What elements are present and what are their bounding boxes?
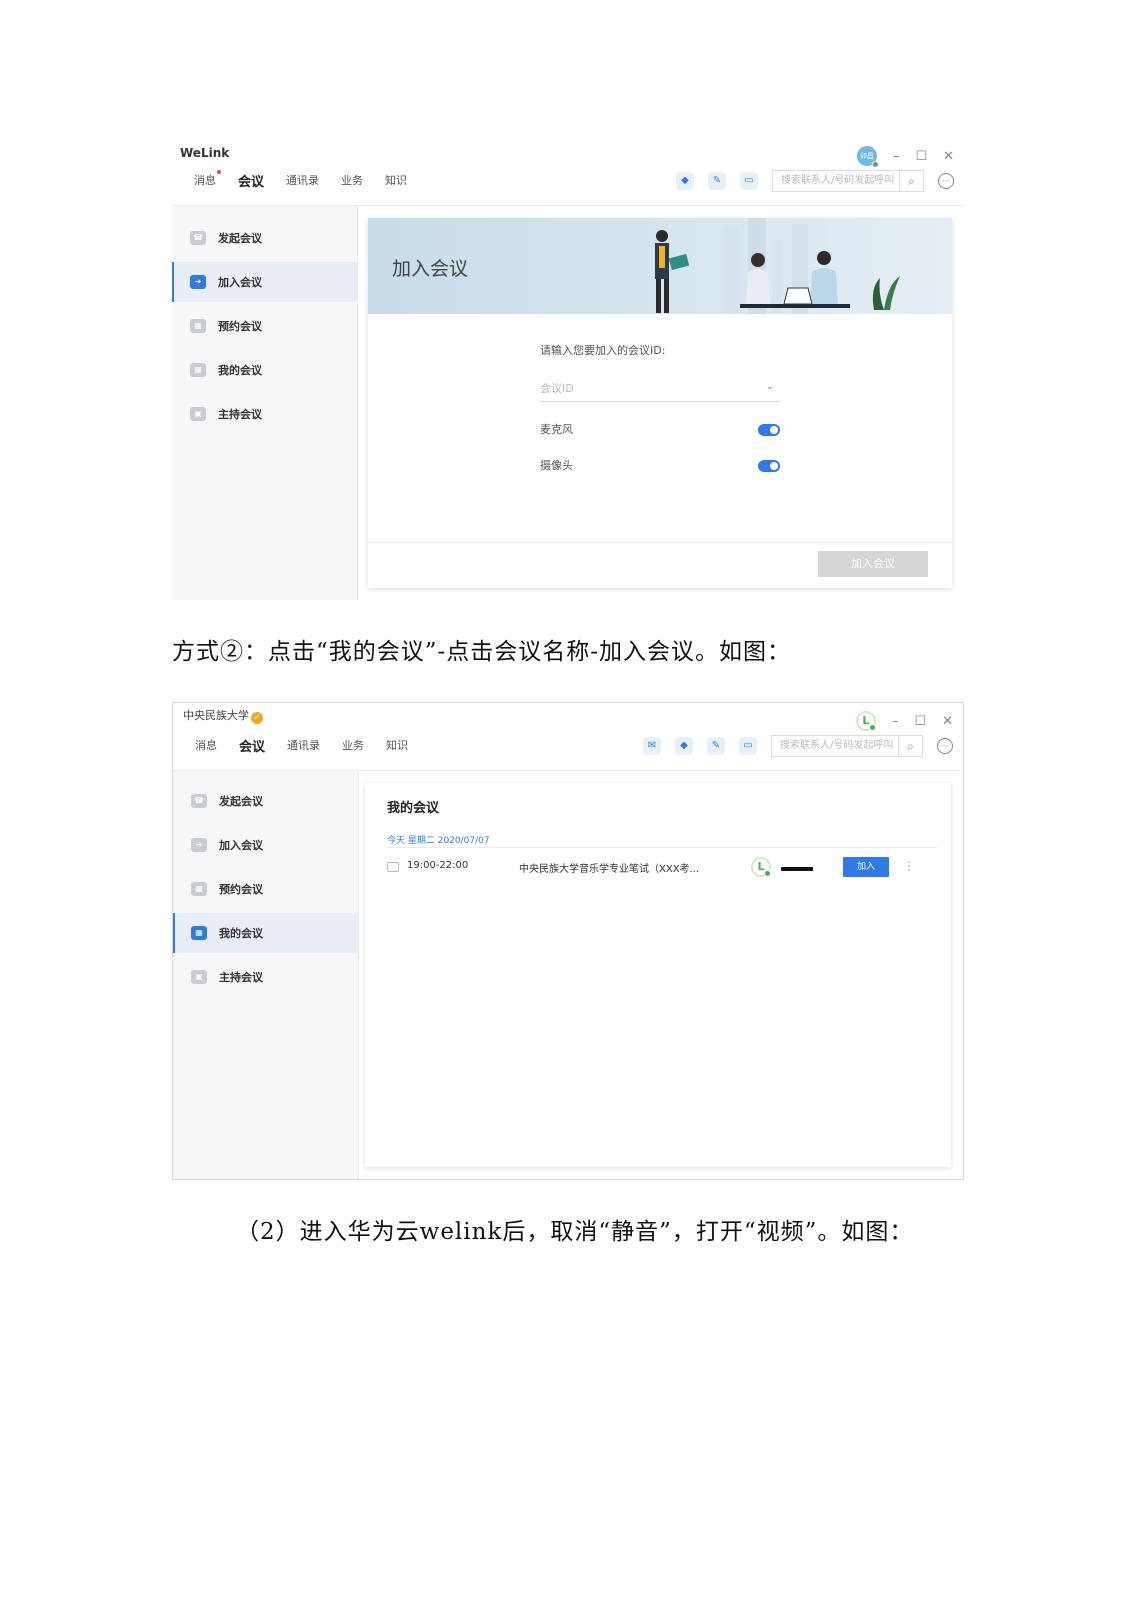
nav-meetings[interactable]: 会议 <box>238 171 264 190</box>
title-bar: WeLink 消息 会议 通讯录 业务 知识 卯昌 – ☐ ✕ ◆ ✎ ▭ 搜索… <box>172 138 964 206</box>
online-status-icon <box>871 161 879 168</box>
toolbar: ✉ ◆ ✎ ▭ 搜索联系人/号码发起呼叫 ⌕ ··· <box>643 735 953 757</box>
verified-icon: ✓ <box>251 712 263 724</box>
cube-icon[interactable]: ◆ <box>675 737 693 755</box>
join-button[interactable]: 加入 <box>843 857 889 877</box>
nav-contacts[interactable]: 通讯录 <box>287 737 320 755</box>
nav-knowledge[interactable]: 知识 <box>385 172 407 190</box>
nav-messages[interactable]: 消息 <box>195 737 217 755</box>
title-bar: 中央民族大学 ✓ 消息 会议 通讯录 业务 知识 L – ☐ ✕ ✉ ◆ ✎ ▭ … <box>173 703 963 771</box>
top-nav: 消息 会议 通讯录 业务 知识 <box>195 737 430 755</box>
app-name: WeLink <box>180 146 230 160</box>
more-options-icon[interactable]: ⋮ <box>903 859 915 873</box>
calendar-icon: ▦ <box>191 882 207 896</box>
my-meetings-panel: 我的会议 今天 星期二 2020/07/07 19:00-22:00 中央民族大… <box>365 783 951 1167</box>
redacted-name <box>781 867 813 871</box>
chat-icon[interactable]: ··· <box>937 738 953 754</box>
unread-dot <box>217 170 221 174</box>
sidebar: ☎ 发起会议 ➔ 加入会议 ▦ 预约会议 ▦ 我的会议 ▣ 主持会议 <box>172 206 358 600</box>
divider <box>387 847 937 848</box>
online-status-icon <box>868 724 876 731</box>
search-input[interactable]: 搜索联系人/号码发起呼叫 ⌕ <box>772 170 924 192</box>
mic-toggle[interactable] <box>758 424 780 436</box>
sidebar-item-my-meetings[interactable]: ▦ 我的会议 <box>172 350 357 390</box>
date-header: 今天 星期二 2020/07/07 <box>387 836 490 846</box>
screen-icon[interactable]: ▭ <box>739 737 757 755</box>
search-icon[interactable]: ⌕ <box>899 171 923 191</box>
minimize-icon[interactable]: – <box>893 149 900 164</box>
host-icon: ▣ <box>190 407 206 421</box>
meeting-id-prompt: 请输入您要加入的会议ID: <box>540 344 666 357</box>
sidebar-item-host-meeting[interactable]: ▣ 主持会议 <box>173 957 358 997</box>
online-status-icon <box>764 870 771 877</box>
mail-icon[interactable]: ✉ <box>643 737 661 755</box>
meeting-time: 19:00-22:00 <box>407 860 469 871</box>
welink-my-meetings-screenshot: 中央民族大学 ✓ 消息 会议 通讯录 业务 知识 L – ☐ ✕ ✉ ◆ ✎ ▭ … <box>172 702 964 1180</box>
join-form: 请输入您要加入的会议ID: 会议ID ⌄ 麦克风 摄像头 <box>540 342 780 492</box>
chevron-down-icon[interactable]: ⌄ <box>766 381 774 392</box>
sidebar-item-schedule-meeting[interactable]: ▦ 预约会议 <box>172 306 357 346</box>
camera-row: 摄像头 <box>540 456 780 492</box>
join-meeting-button[interactable]: 加入会议 <box>818 551 928 577</box>
host-avatar: L <box>751 857 771 877</box>
top-nav: 消息 会议 通讯录 业务 知识 <box>194 170 429 190</box>
meeting-name[interactable]: 中央民族大学音乐学专业笔试（XXX考... <box>519 860 729 875</box>
pen-icon[interactable]: ✎ <box>708 172 726 190</box>
caption-step-2: （2）进入华为云welink后，取消“静音”，打开“视频”。如图： <box>236 1219 914 1245</box>
mic-row: 麦克风 <box>540 420 780 456</box>
enter-icon: ➔ <box>191 838 207 852</box>
close-icon[interactable]: ✕ <box>942 714 953 729</box>
close-icon[interactable]: ✕ <box>943 149 954 164</box>
join-meeting-panel: 加入会议 请输入您要加入的会议ID: 会议ID ⌄ 麦克风 摄像头 加入会议 <box>368 218 952 588</box>
sidebar-item-my-meetings[interactable]: ▦ 我的会议 <box>173 913 358 953</box>
nav-knowledge[interactable]: 知识 <box>386 737 408 755</box>
search-input[interactable]: 搜索联系人/号码发起呼叫 ⌕ <box>771 735 923 757</box>
nav-meetings[interactable]: 会议 <box>239 736 265 755</box>
calendar-icon: ▦ <box>190 319 206 333</box>
meeting-illustration-icon <box>655 218 900 314</box>
avatar[interactable]: L <box>855 711 876 731</box>
pen-icon[interactable]: ✎ <box>707 737 725 755</box>
org-name: 中央民族大学 ✓ <box>183 707 263 724</box>
search-icon[interactable]: ⌕ <box>898 736 922 756</box>
panel-footer: 加入会议 <box>368 542 952 588</box>
sidebar-item-join-meeting[interactable]: ➔ 加入会议 <box>173 825 358 865</box>
avatar[interactable]: 卯昌 <box>856 146 879 168</box>
panel-title: 我的会议 <box>387 801 440 816</box>
maximize-icon[interactable]: ☐ <box>914 714 926 729</box>
screen-icon[interactable]: ▭ <box>740 172 758 190</box>
sidebar-item-host-meeting[interactable]: ▣ 主持会议 <box>172 394 357 434</box>
host-icon: ▣ <box>191 970 207 984</box>
phone-icon: ☎ <box>190 231 206 245</box>
sidebar-item-schedule-meeting[interactable]: ▦ 预约会议 <box>173 869 358 909</box>
nav-business[interactable]: 业务 <box>342 737 364 755</box>
welink-join-meeting-screenshot: WeLink 消息 会议 通讯录 业务 知识 卯昌 – ☐ ✕ ◆ ✎ ▭ 搜索… <box>172 138 964 600</box>
phone-icon: ☎ <box>191 794 207 808</box>
camera-toggle[interactable] <box>758 460 780 472</box>
window-controls: L – ☐ ✕ <box>855 711 953 731</box>
meeting-id-input[interactable]: 会议ID ⌄ <box>540 380 780 402</box>
nav-contacts[interactable]: 通讯录 <box>286 172 319 190</box>
window-controls: 卯昌 – ☐ ✕ <box>856 146 954 168</box>
sidebar-item-start-meeting[interactable]: ☎ 发起会议 <box>173 781 358 821</box>
sidebar-item-join-meeting[interactable]: ➔ 加入会议 <box>172 262 357 302</box>
nav-business[interactable]: 业务 <box>341 172 363 190</box>
minimize-icon[interactable]: – <box>892 714 899 729</box>
banner: 加入会议 <box>368 218 952 314</box>
meeting-row[interactable]: 19:00-22:00 中央民族大学音乐学专业笔试（XXX考... L 加入 ⋮ <box>387 857 937 881</box>
enter-icon: ➔ <box>190 275 206 289</box>
toolbar: ◆ ✎ ▭ 搜索联系人/号码发起呼叫 ⌕ ··· <box>676 170 954 192</box>
calendar-icon: ▦ <box>191 926 207 940</box>
calendar-icon: ▦ <box>190 363 206 377</box>
chat-icon[interactable]: ··· <box>938 173 954 189</box>
maximize-icon[interactable]: ☐ <box>915 149 927 164</box>
sidebar: ☎ 发起会议 ➔ 加入会议 ▦ 预约会议 ▦ 我的会议 ▣ 主持会议 <box>173 771 359 1179</box>
cube-icon[interactable]: ◆ <box>676 172 694 190</box>
sidebar-item-start-meeting[interactable]: ☎ 发起会议 <box>172 218 357 258</box>
caption-method-2: 方式②：点击“我的会议”-点击会议名称-加入会议。如图： <box>172 639 792 665</box>
video-camera-icon <box>387 862 399 872</box>
nav-messages[interactable]: 消息 <box>194 170 221 190</box>
